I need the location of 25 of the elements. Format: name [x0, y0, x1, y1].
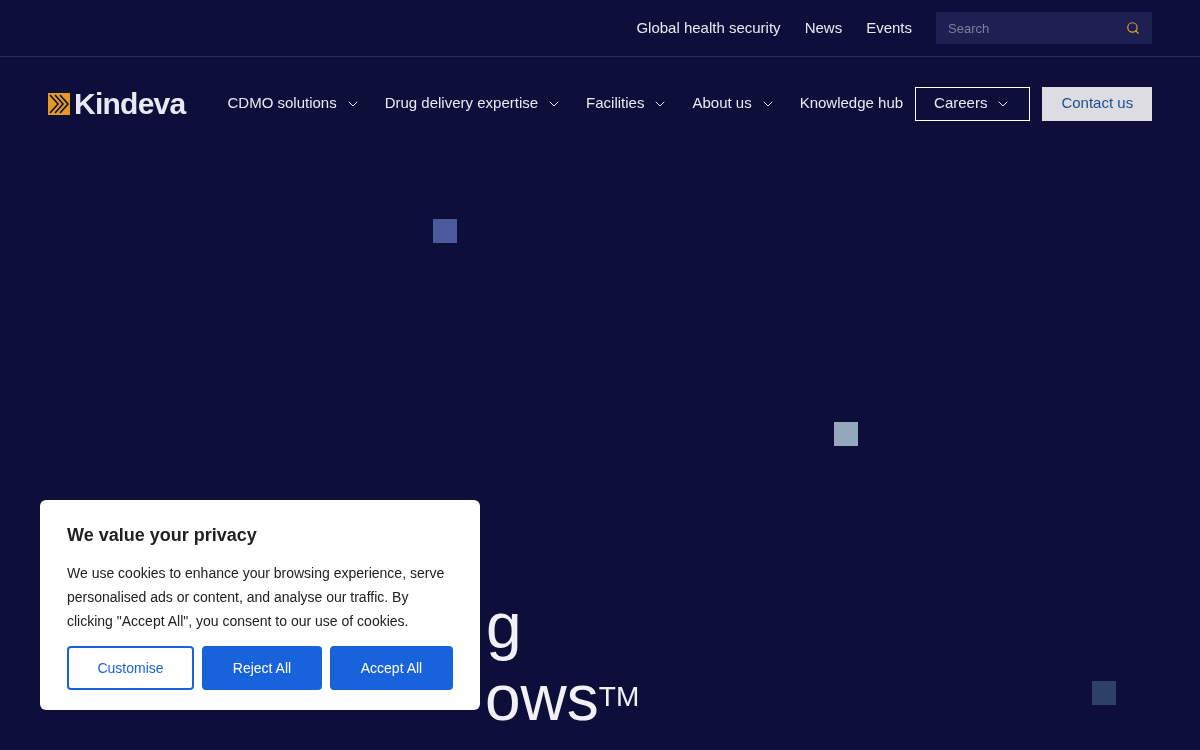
top-link[interactable]: Global health security — [636, 16, 781, 40]
decorative-square — [1092, 681, 1116, 705]
dialog-title: We value your privacy — [67, 524, 258, 547]
logo-text: Kindeva — [74, 88, 186, 119]
cookie-button[interactable]: Accept All — [330, 646, 453, 690]
nav-item[interactable]: About us — [692, 92, 776, 115]
top-link[interactable]: News — [804, 16, 843, 40]
contact-button[interactable]: Contact us — [1042, 86, 1153, 121]
decorative-square — [433, 219, 457, 243]
nav-item[interactable]: Drug delivery expertise — [384, 92, 563, 115]
nav-item[interactable]: Facilities — [586, 92, 669, 115]
hero-heading: ows$^{TM}$ — [485, 662, 640, 734]
nav-item[interactable]: CDMO solutions — [227, 92, 361, 115]
careers-button[interactable]: Careers — [915, 86, 1031, 121]
cookie-button[interactable]: Customise — [67, 646, 194, 690]
top-link[interactable]: Events — [866, 16, 912, 40]
dialog-text: We use cookies to enhance your browsing experience, serve personalised ads or content, and analyse our traffic. By clicking "Accept All", you consent to our use of cookies. — [67, 564, 446, 631]
hero-heading: g — [486, 590, 522, 662]
logo[interactable]: Kindeva — [48, 88, 186, 119]
decorative-square — [834, 422, 858, 446]
search-icon[interactable] — [1126, 21, 1140, 35]
search-field[interactable]: Search — [936, 12, 1152, 44]
logo-mark-icon — [48, 92, 70, 115]
nav-item[interactable]: Knowledge hub — [799, 92, 904, 115]
cookie-button[interactable]: Reject All — [202, 646, 322, 690]
